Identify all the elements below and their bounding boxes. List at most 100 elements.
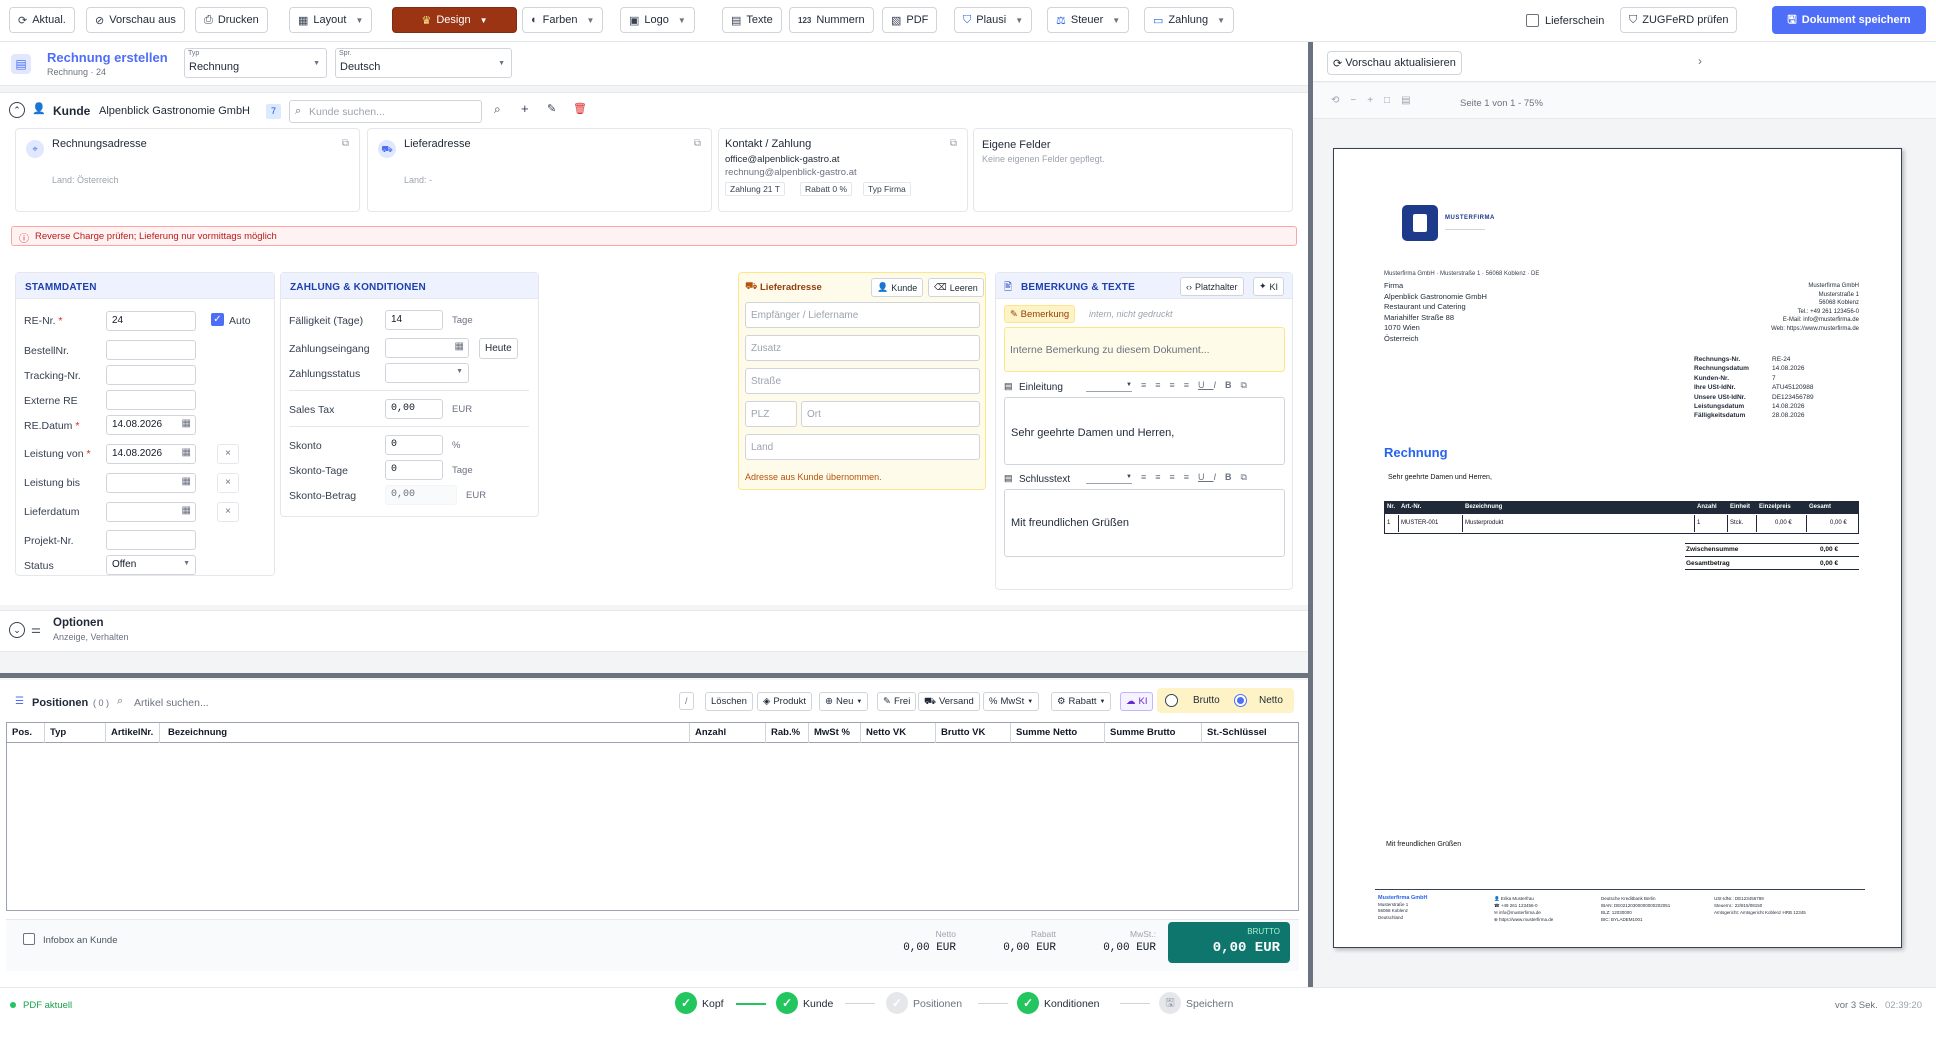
new-position-dropdown[interactable]: ⊕ Neu ▼	[819, 692, 869, 711]
preview-off-button[interactable]: ⊘ Vorschau aus	[86, 7, 185, 33]
clear-service-to-button[interactable]: ×	[217, 473, 239, 493]
calendar-icon[interactable]: ▦	[455, 341, 464, 352]
options-section[interactable]: ⌄ ⚌ Optionen Anzeige, Verhalten	[0, 610, 1308, 652]
copy-icon[interactable]: ⧉	[694, 138, 701, 149]
calendar-icon[interactable]: ▦	[182, 418, 191, 429]
use-customer-address-button[interactable]: 👤 Kunde	[871, 278, 924, 297]
delete-positions-button[interactable]: Löschen	[705, 692, 753, 711]
clear-delivery-date-button[interactable]: ×	[217, 502, 239, 522]
payment-received-input[interactable]: ▦	[385, 338, 469, 358]
closing-text-editor[interactable]: Mit freundlichen Grüßen	[1004, 489, 1285, 557]
customer-search-input[interactable]: ⌕ Kunde suchen...	[289, 100, 482, 123]
placeholder-button[interactable]: ‹› Platzhalter	[1180, 277, 1244, 296]
step-customer-check-icon[interactable]: ✓	[776, 992, 798, 1014]
intro-template-select[interactable]: ▼	[1086, 382, 1132, 392]
col-type[interactable]: Typ	[45, 723, 106, 743]
ai-button[interactable]: ✦ KI	[1253, 277, 1285, 296]
contact-payment-card[interactable]: Kontakt / Zahlung ⧉ office@alpenblick-ga…	[718, 128, 968, 212]
brutto-radio[interactable]	[1165, 694, 1178, 707]
closing-template-select[interactable]: ▼	[1086, 474, 1132, 484]
intro-text-editor[interactable]: Sehr geehrte Damen und Herren,	[1004, 397, 1285, 465]
language-select[interactable]: Spr. Deutsch ▼	[335, 48, 512, 78]
col-gross-price[interactable]: Brutto VK	[936, 723, 1011, 743]
plausi-dropdown[interactable]: ⛉ Plausi ▼	[954, 7, 1033, 33]
col-discount[interactable]: Rab.%	[766, 723, 809, 743]
col-pos[interactable]: Pos.	[7, 723, 45, 743]
intro-format-toolbar[interactable]: ≡≡≡≡UIB⧉	[1141, 380, 1256, 391]
col-quantity[interactable]: Anzahl	[690, 723, 766, 743]
chevron-right-icon[interactable]: ›	[1698, 54, 1702, 68]
order-number-input[interactable]	[106, 340, 196, 360]
sales-tax-input[interactable]: 0,00	[385, 399, 443, 419]
due-days-input[interactable]: 14	[385, 310, 443, 330]
skonto-days-input[interactable]: 0	[385, 460, 443, 480]
type-select[interactable]: Typ Rechnung ▼	[184, 48, 327, 78]
delivery-address-card[interactable]: ⛟ Lieferadresse ⧉ Land: -	[367, 128, 712, 212]
today-button[interactable]: Heute	[479, 338, 518, 359]
clear-address-button[interactable]: ⌫ Leeren	[928, 278, 984, 297]
numbers-button[interactable]: 123 Nummern	[789, 7, 874, 33]
netto-radio[interactable]	[1234, 694, 1247, 707]
ai-positions-button[interactable]: ☁ KI	[1120, 692, 1154, 711]
print-button[interactable]: ⎙ Drucken	[195, 7, 268, 33]
col-sum-gross[interactable]: Summe Brutto	[1105, 723, 1202, 743]
save-document-button[interactable]: 🖫 Dokument speichern	[1772, 6, 1926, 34]
pdf-button[interactable]: ▧ PDF	[882, 7, 938, 33]
col-description[interactable]: Bezeichnung	[160, 723, 690, 743]
col-vat[interactable]: MwSt %	[809, 723, 861, 743]
copy-icon[interactable]: ⧉	[950, 138, 957, 149]
payment-dropdown[interactable]: ▭ Zahlung ▼	[1144, 7, 1235, 33]
logo-dropdown[interactable]: ▣ Logo ▼	[620, 7, 695, 33]
tab-remark[interactable]: ✎ Bemerkung	[1004, 305, 1076, 323]
col-tax-key[interactable]: St.-Schlüssel	[1202, 723, 1298, 743]
col-sum-net[interactable]: Summe Netto	[1011, 723, 1105, 743]
discount-dropdown[interactable]: ⚙ Rabatt ▼	[1051, 692, 1112, 711]
col-article-nr[interactable]: ArtikelNr.	[106, 723, 160, 743]
preview-toolbar[interactable]: ⟲−+□▤	[1331, 95, 1422, 106]
billing-address-card[interactable]: ⌖ Rechnungsadresse ⧉ Land: Österreich	[15, 128, 360, 212]
step-header-check-icon[interactable]: ✓	[675, 992, 697, 1014]
clear-service-from-button[interactable]: ×	[217, 444, 239, 464]
delivery-note-checkbox[interactable]	[1526, 14, 1539, 27]
layout-dropdown[interactable]: ▦ Layout ▼	[289, 7, 373, 33]
payment-status-select[interactable]: ▼	[385, 363, 469, 383]
calendar-icon[interactable]: ▦	[182, 447, 191, 458]
step-positions-check-icon[interactable]: ✓	[886, 992, 908, 1014]
design-dropdown[interactable]: ♛ Design ▼	[392, 7, 517, 33]
collapse-toggle[interactable]: ⌃	[9, 102, 25, 118]
street-input[interactable]: Straße	[745, 368, 980, 394]
step-save-icon[interactable]: 🖫	[1159, 992, 1181, 1014]
delete-icon[interactable]: 🗑	[573, 102, 587, 115]
step-save[interactable]: Speichern	[1186, 998, 1233, 1010]
zip-input[interactable]: PLZ	[745, 401, 797, 427]
step-conditions-check-icon[interactable]: ✓	[1017, 992, 1039, 1014]
vat-dropdown[interactable]: % MwSt ▼	[983, 692, 1040, 711]
step-conditions[interactable]: Konditionen	[1044, 998, 1099, 1010]
closing-format-toolbar[interactable]: ≡≡≡≡UIB⧉	[1141, 472, 1256, 483]
custom-fields-card[interactable]: Eigene Felder Keine eigenen Felder gepfl…	[973, 128, 1293, 212]
country-input[interactable]: Land	[745, 434, 980, 460]
product-button[interactable]: ◈ Produkt	[757, 692, 813, 711]
search-icon[interactable]: ⌕	[494, 102, 501, 117]
recipient-name-input[interactable]: Empfänger / Liefername	[745, 302, 980, 328]
tax-dropdown[interactable]: ⚖ Steuer ▼	[1047, 7, 1130, 33]
auto-checkbox[interactable]: ✓	[211, 313, 224, 326]
city-input[interactable]: Ort	[801, 401, 980, 427]
update-preview-button[interactable]: ⟳ Vorschau aktualisieren	[1327, 51, 1462, 75]
service-to-input[interactable]: ▦	[106, 473, 196, 493]
internal-remark-textarea[interactable]: Interne Bemerkung zu diesem Dokument...	[1004, 327, 1285, 372]
infobox-checkbox[interactable]	[23, 933, 35, 945]
tracking-number-input[interactable]	[106, 365, 196, 385]
step-header[interactable]: Kopf	[702, 998, 724, 1010]
calendar-icon[interactable]: ▦	[182, 476, 191, 487]
edit-icon[interactable]: ✎	[547, 102, 556, 115]
skonto-input[interactable]: 0	[385, 435, 443, 455]
refresh-button[interactable]: ⟳ Aktual.	[9, 7, 75, 33]
free-position-button[interactable]: ✎ Frei	[877, 692, 917, 711]
step-positions[interactable]: Positionen	[913, 998, 962, 1010]
re-nr-input[interactable]: 24	[106, 311, 196, 331]
calendar-icon[interactable]: ▦	[182, 505, 191, 516]
status-select[interactable]: Offen ▼	[106, 555, 196, 575]
panel-splitter[interactable]	[0, 673, 1308, 678]
texts-button[interactable]: ▤ Texte	[722, 7, 782, 33]
